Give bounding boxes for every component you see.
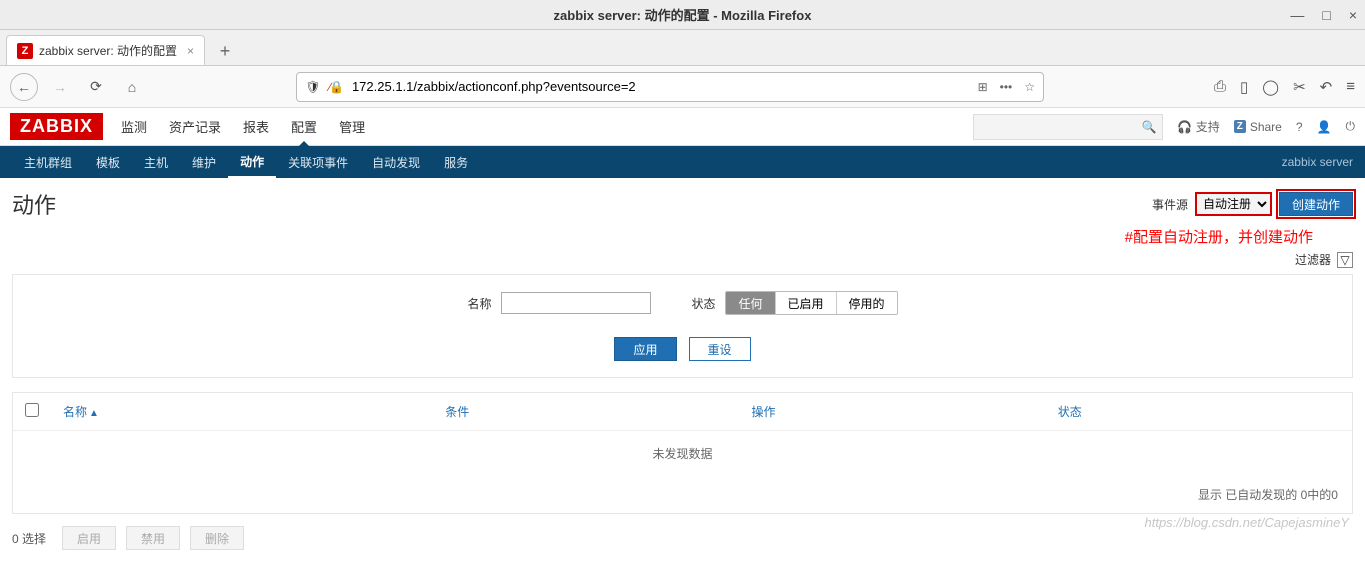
os-titlebar: zabbix server: 动作的配置 - Mozilla Firefox —… [0, 0, 1365, 30]
filter-toggle-row: 过滤器 ▽ [0, 247, 1365, 274]
table-header-row: 名称▲ 条件 操作 状态 [13, 393, 1352, 431]
shield-icon[interactable]: 🛡 [305, 80, 321, 94]
nav-buttons: ← → ⟳ ⌂ [10, 73, 146, 101]
page-header-right: 事件源 自动注册 创建动作 [1152, 192, 1353, 216]
tab-favicon: Z [17, 43, 33, 59]
page-title: 动作 [12, 188, 56, 220]
subnav-discovery[interactable]: 自动发现 [360, 146, 432, 179]
subnav-actions[interactable]: 动作 [228, 145, 276, 179]
empty-message: 未发现数据 [13, 431, 1352, 477]
annotation-text: #配置自动注册，并创建动作 [12, 226, 1313, 247]
share-link[interactable]: ZShare [1234, 120, 1282, 134]
col-status[interactable]: 状态 [1046, 393, 1352, 431]
actions-table: 名称▲ 条件 操作 状态 未发现数据 [13, 393, 1352, 476]
qr-icon[interactable]: ⊞ [978, 80, 988, 94]
urlbar-right: ⊞ ••• ☆ [978, 80, 1035, 94]
zabbix-sub-nav: 主机群组 模板 主机 维护 动作 关联项事件 自动发现 服务 zabbix se… [0, 146, 1365, 178]
subnav-services[interactable]: 服务 [432, 146, 480, 179]
subnav-event-correlation[interactable]: 关联项事件 [276, 146, 360, 179]
support-link[interactable]: 🎧 支持 [1177, 118, 1219, 135]
filter-name-field: 名称 [467, 292, 651, 314]
nav-monitoring[interactable]: 监测 [119, 107, 149, 146]
bulk-delete-button[interactable]: 删除 [190, 526, 244, 550]
url-input[interactable] [352, 79, 970, 94]
zabbix-top-nav: ZABBIX 监测 资产记录 报表 配置 管理 🔍 🎧 支持 ZShare ? … [0, 108, 1365, 146]
status-segmented: 任何 已启用 停用的 [725, 291, 897, 315]
reset-button[interactable]: 重设 [689, 337, 751, 361]
tab-title: zabbix server: 动作的配置 [39, 42, 177, 59]
menu-icon[interactable]: ≡ [1346, 78, 1355, 95]
reload-button[interactable]: ⟳ [82, 73, 110, 101]
event-source-select[interactable]: 自动注册 [1196, 193, 1271, 215]
browser-tab[interactable]: Z zabbix server: 动作的配置 × [6, 35, 205, 65]
top-right: 🔍 🎧 支持 ZShare ? 👤 ⏻ [973, 114, 1355, 140]
global-search[interactable]: 🔍 [973, 114, 1163, 140]
window-maximize[interactable]: □ [1322, 7, 1330, 23]
subnav-hosts[interactable]: 主机 [132, 146, 180, 179]
browser-tabstrip: Z zabbix server: 动作的配置 × + [0, 30, 1365, 66]
search-icon: 🔍 [1141, 120, 1156, 134]
subnav-maintenance[interactable]: 维护 [180, 146, 228, 179]
window-minimize[interactable]: — [1290, 7, 1304, 23]
zabbix-logo[interactable]: ZABBIX [10, 113, 103, 140]
toolbar-right: ⎙ ▯ ◯ ✂ ↶ ≡ [1214, 78, 1355, 96]
help-icon[interactable]: ? [1296, 120, 1303, 134]
bulk-disable-button[interactable]: 禁用 [126, 526, 180, 550]
col-conditions[interactable]: 条件 [433, 393, 739, 431]
nav-inventory[interactable]: 资产记录 [167, 107, 223, 146]
forward-button[interactable]: → [46, 73, 74, 101]
user-icon[interactable]: 👤 [1317, 120, 1332, 134]
bookmark-star-icon[interactable]: ☆ [1024, 80, 1035, 94]
screenshot-icon[interactable]: ✂ [1293, 78, 1306, 96]
filter-funnel-icon[interactable]: ▽ [1337, 252, 1353, 268]
pocket-icon[interactable]: ◯ [1262, 78, 1279, 96]
server-name: zabbix server [1282, 155, 1353, 169]
seg-enabled[interactable]: 已启用 [775, 292, 836, 314]
back-button[interactable]: ← [10, 73, 38, 101]
bulk-actions: 0 选择 启用 禁用 删除 [0, 514, 1365, 562]
filter-label: 过滤器 [1295, 251, 1331, 268]
create-action-button[interactable]: 创建动作 [1279, 192, 1353, 216]
seg-disabled[interactable]: 停用的 [836, 292, 897, 314]
bulk-enable-button[interactable]: 启用 [62, 526, 116, 550]
table-footer: 显示 已自动发现的 0中的0 [13, 476, 1352, 513]
filter-name-input[interactable] [501, 292, 651, 314]
filter-panel: 名称 状态 任何 已启用 停用的 应用 重设 [12, 274, 1353, 378]
apply-button[interactable]: 应用 [614, 337, 676, 361]
library-icon[interactable]: ⎙ [1214, 78, 1226, 95]
main-nav: 监测 资产记录 报表 配置 管理 [119, 107, 367, 146]
filter-status-field: 状态 任何 已启用 停用的 [691, 291, 897, 315]
url-bar[interactable]: 🛡 🔒∕ ⊞ ••• ☆ [296, 72, 1044, 102]
more-icon[interactable]: ••• [1000, 80, 1013, 94]
window-title: zabbix server: 动作的配置 - Mozilla Firefox [554, 5, 812, 24]
event-source-label: 事件源 [1152, 196, 1188, 213]
selected-count: 0 选择 [12, 530, 46, 547]
filter-name-label: 名称 [467, 295, 491, 312]
nav-administration[interactable]: 管理 [337, 107, 367, 146]
insecure-icon[interactable]: 🔒∕ [329, 80, 344, 94]
seg-any[interactable]: 任何 [726, 292, 774, 314]
subnav-templates[interactable]: 模板 [84, 146, 132, 179]
table-empty-row: 未发现数据 [13, 431, 1352, 477]
undo-icon[interactable]: ↶ [1320, 78, 1333, 96]
subnav-hostgroups[interactable]: 主机群组 [12, 146, 84, 179]
window-controls: — □ × [1290, 7, 1357, 23]
home-button[interactable]: ⌂ [118, 73, 146, 101]
new-tab-button[interactable]: + [211, 37, 239, 65]
window-close[interactable]: × [1349, 7, 1357, 23]
col-operations[interactable]: 操作 [739, 393, 1045, 431]
sidebar-icon[interactable]: ▯ [1240, 78, 1248, 96]
select-all-checkbox[interactable] [25, 403, 39, 417]
browser-toolbar: ← → ⟳ ⌂ 🛡 🔒∕ ⊞ ••• ☆ ⎙ ▯ ◯ ✂ ↶ ≡ [0, 66, 1365, 108]
sort-asc-icon: ▲ [89, 408, 99, 419]
page-header: 动作 事件源 自动注册 创建动作 [12, 188, 1353, 220]
tab-close-icon[interactable]: × [187, 44, 194, 58]
nav-reports[interactable]: 报表 [241, 107, 271, 146]
nav-configuration[interactable]: 配置 [289, 107, 319, 146]
col-name[interactable]: 名称▲ [51, 393, 433, 431]
actions-table-wrap: 名称▲ 条件 操作 状态 未发现数据 显示 已自动发现的 0中的0 [12, 392, 1353, 514]
logout-icon[interactable]: ⏻ [1346, 119, 1356, 134]
filter-status-label: 状态 [691, 295, 715, 312]
